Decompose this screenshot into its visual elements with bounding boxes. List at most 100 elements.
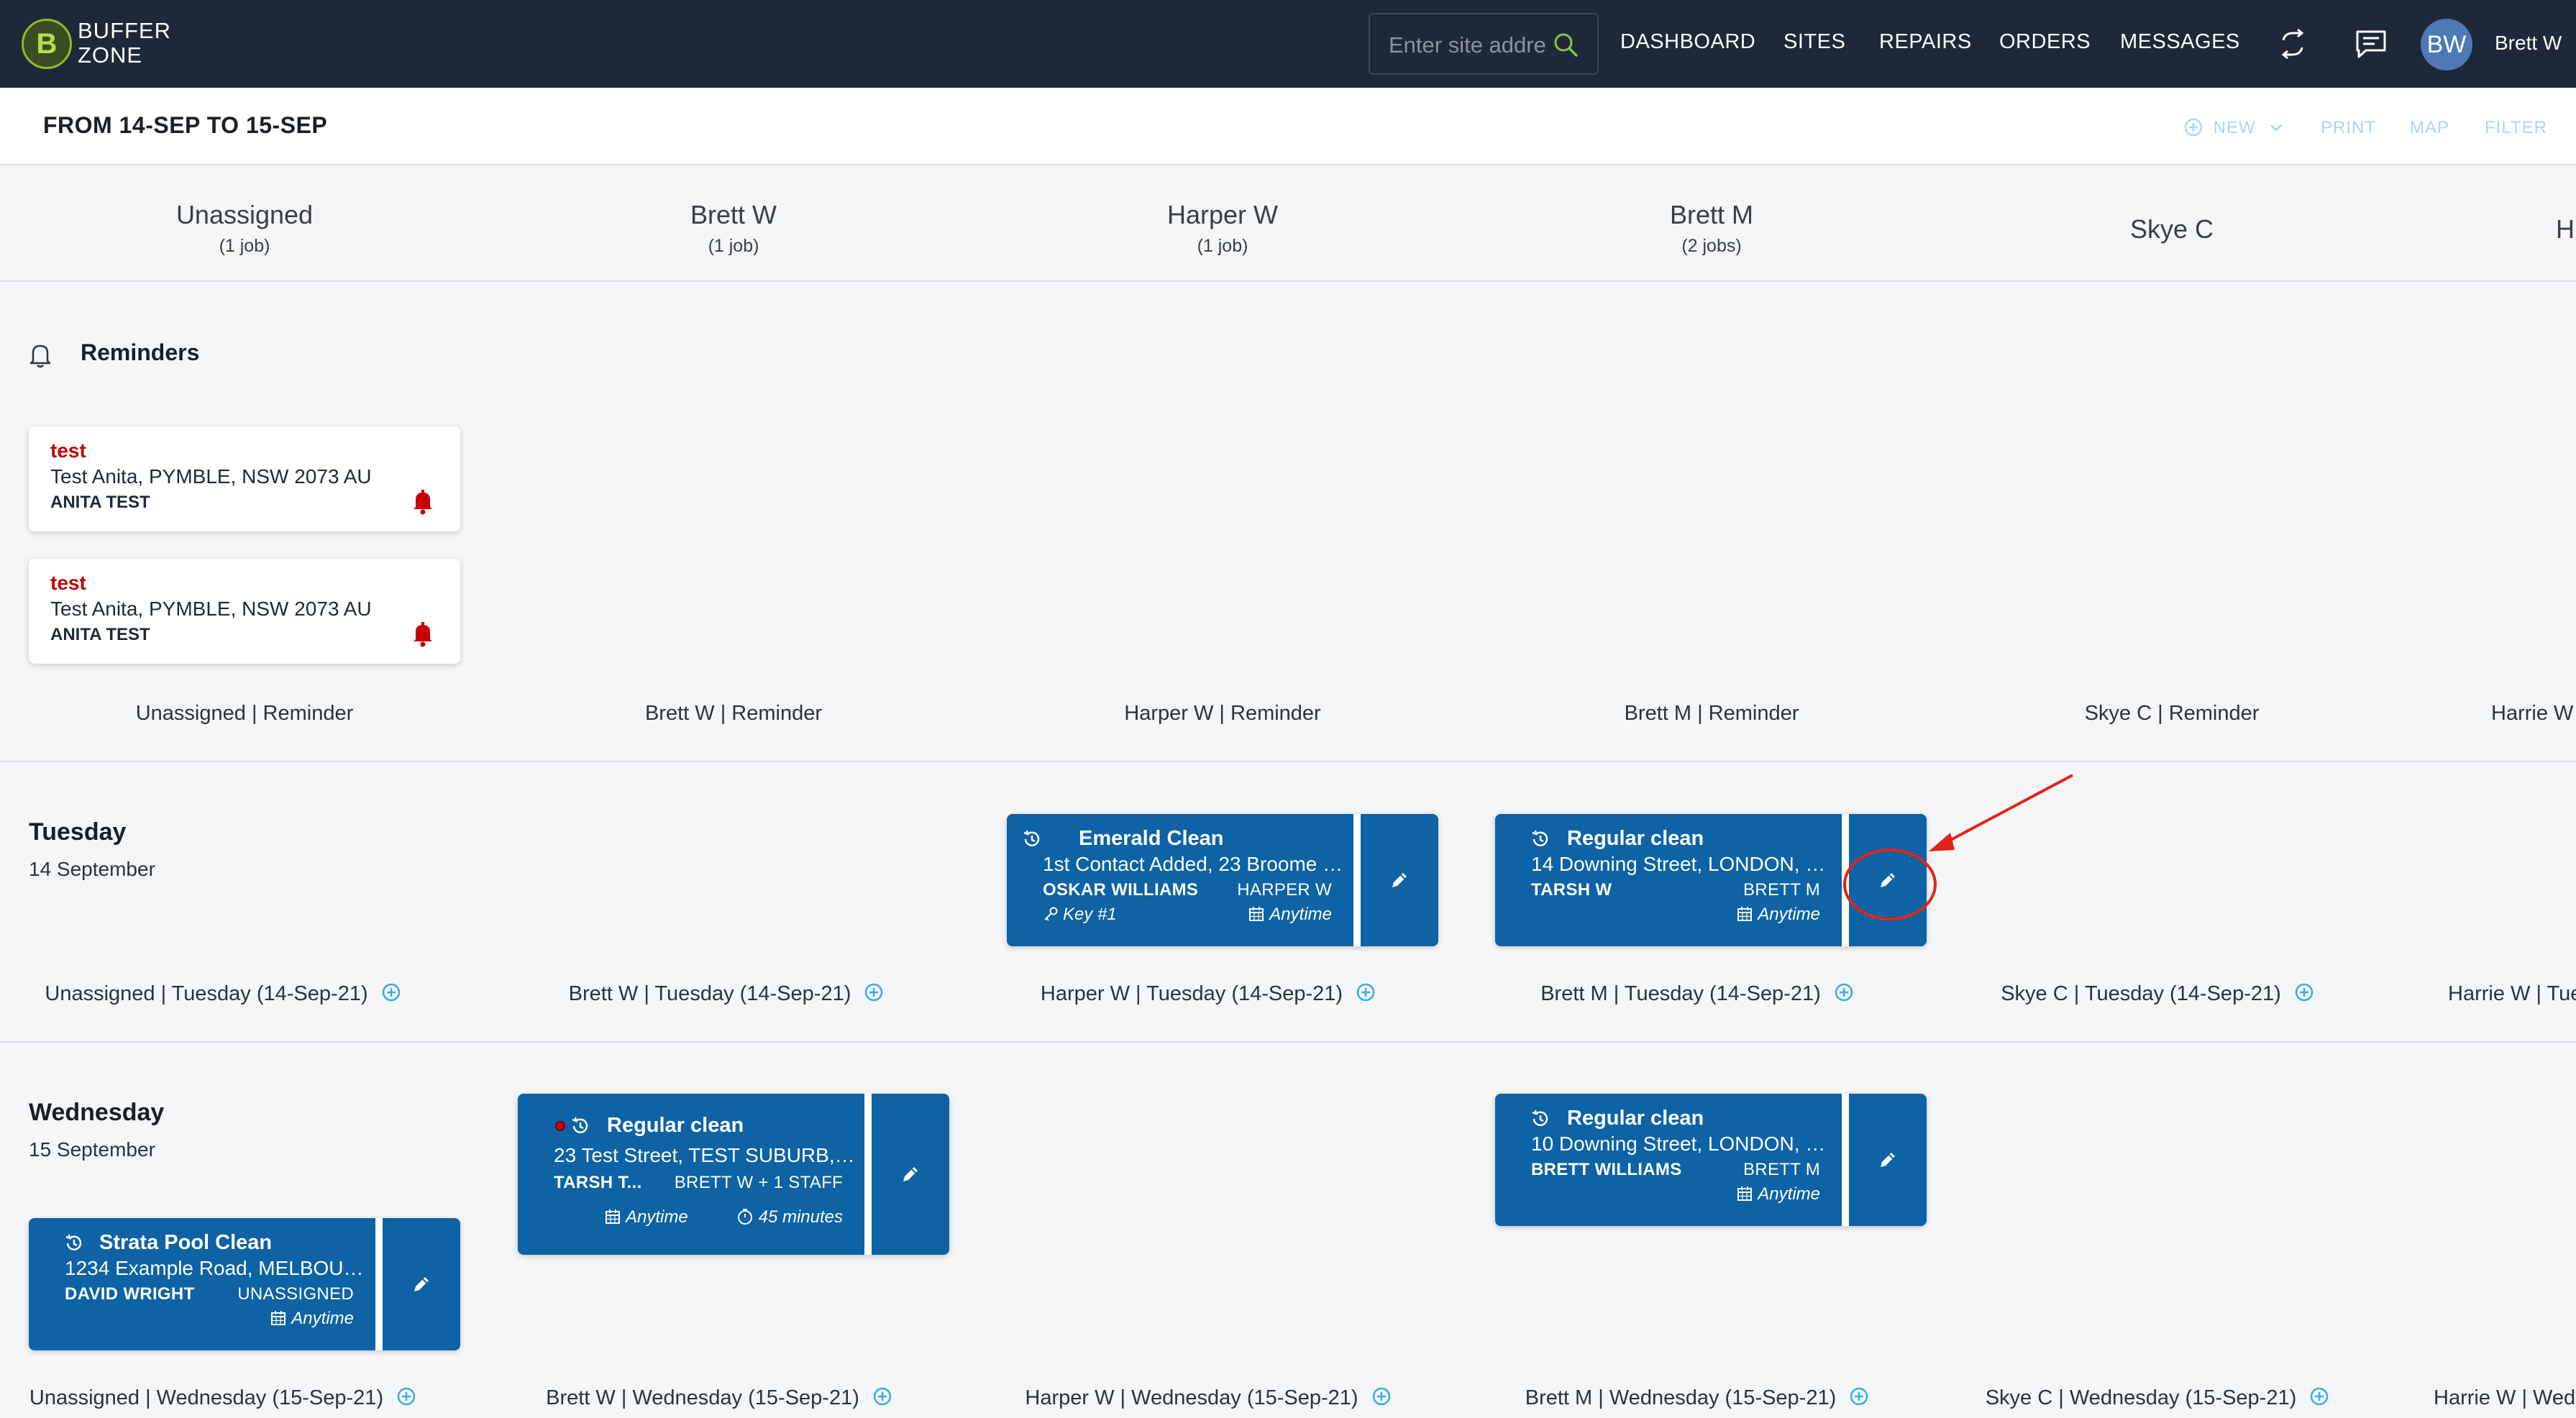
calendar-icon [271,1310,286,1325]
edit-job-button[interactable] [1361,814,1438,946]
reminder-slot-brett-w[interactable]: Brett W | Reminder [532,702,935,726]
staff-column-harper-w[interactable]: Harper W (1 job) [1043,200,1402,257]
nav-repairs[interactable]: REPAIRS [1879,30,1972,54]
plus-circle-icon [2184,118,2203,136]
job-address: 1234 Example Road, MELBOURNE [65,1257,367,1279]
add-circle-icon[interactable] [2294,982,2314,1002]
job-card-body[interactable]: Regular clean 23 Test Street, TEST SUBUR… [518,1094,864,1255]
nav-sites[interactable]: SITES [1783,30,1845,54]
job-when-label: Anytime [1758,1184,1820,1204]
chat-icon[interactable] [2353,27,2389,60]
brand-line-2: ZONE [78,42,143,68]
staff-column-skye-c[interactable]: Skye C [1992,214,2352,244]
job-staff: HARPER W [1237,880,1332,900]
job-address: 10 Downing Street, LONDON, UK [1531,1133,1833,1155]
nav-messages[interactable]: MESSAGES [2120,30,2240,54]
buffer-zone-logo[interactable]: B [22,19,72,69]
stopwatch-icon [737,1208,752,1225]
staff-job-count: (2 jobs) [1681,236,1742,256]
edit-job-button[interactable] [383,1218,460,1350]
job-when: Anytime [604,1207,688,1227]
day-date-tuesday: 14 September [29,858,155,880]
pencil-icon [414,1277,429,1291]
add-circle-icon[interactable] [1834,982,1854,1002]
logo-letter: B [36,28,58,60]
add-circle-icon[interactable] [1371,1386,1392,1406]
reminder-title: test [50,439,86,462]
job-card-body[interactable]: Strata Pool Clean 1234 Example Road, MEL… [29,1218,375,1350]
job-client: TARSH T... [554,1173,642,1192]
add-circle-icon[interactable] [2309,1386,2329,1406]
reminder-slot-brett-m[interactable]: Brett M | Reminder [1510,702,1913,726]
search-icon[interactable] [1551,30,1580,59]
brand-name[interactable]: BUFFER ZONE [78,19,171,68]
add-circle-icon[interactable] [872,1386,892,1406]
sync-icon[interactable] [2275,27,2311,60]
search-input[interactable] [1389,32,1547,59]
slot-label: Harper W | Wednesday (15-Sep-21) [1025,1386,1358,1409]
job-staff: BRETT W + 1 STAFF [674,1173,843,1192]
reminder-card[interactable]: test Test Anita, PYMBLE, NSW 2073 AU ANI… [29,559,460,664]
reminder-slot-unassigned[interactable]: Unassigned | Reminder [43,702,446,726]
slot-label: Brett W | Tuesday (14-Sep-21) [568,982,851,1005]
job-card-body[interactable]: Regular clean 14 Downing Street, LONDON,… [1495,814,1842,946]
job-key: Key #1 [1043,905,1117,925]
add-job-slot-brett-w-wed[interactable]: Brett W | Wednesday (15-Sep-21) [518,1386,921,1410]
job-card[interactable]: Strata Pool Clean 1234 Example Road, MEL… [29,1218,460,1350]
add-job-slot-skye-c-wed[interactable]: Skye C | Wednesday (15-Sep-21) [1956,1386,2359,1410]
bell-outline-icon [29,344,51,368]
add-circle-icon[interactable] [381,982,401,1002]
staff-column-brett-m[interactable]: Brett M (2 jobs) [1532,200,1891,257]
staff-name: Brett M [1669,200,1753,229]
add-circle-icon[interactable] [1356,982,1376,1002]
job-card-body[interactable]: Regular clean 10 Downing Street, LONDON,… [1495,1094,1842,1226]
user-name[interactable]: Brett W [2495,32,2562,55]
add-job-slot-unassigned[interactable]: Unassigned | Tuesday (14-Sep-21) [22,982,424,1006]
nav-dashboard[interactable]: DASHBOARD [1620,30,1755,54]
slot-label: Skye C | Tuesday (14-Sep-21) [2001,982,2281,1005]
reminder-address: Test Anita, PYMBLE, NSW 2073 AU [50,598,372,620]
add-job-slot-brett-m[interactable]: Brett M | Tuesday (14-Sep-21) [1496,982,1899,1006]
nav-orders[interactable]: ORDERS [1999,30,2091,54]
map-button[interactable]: MAP [2410,118,2449,138]
job-card-separator [375,1218,383,1350]
add-circle-icon[interactable] [864,982,884,1002]
reminder-slot-skye-c[interactable]: Skye C | Reminder [1970,702,2373,726]
job-card[interactable]: Regular clean 10 Downing Street, LONDON,… [1495,1094,1927,1226]
history-icon [1023,830,1040,846]
filter-button[interactable]: FILTER [2485,118,2547,138]
job-staff: BRETT M [1743,880,1820,900]
edit-job-button[interactable] [1849,1094,1927,1226]
avatar[interactable]: BW [2421,19,2472,70]
job-key-label: Key #1 [1063,905,1117,924]
staff-column-brett-w[interactable]: Brett W (1 job) [554,200,913,257]
reminder-card[interactable]: test Test Anita, PYMBLE, NSW 2073 AU ANI… [29,426,460,531]
edit-job-button[interactable] [872,1094,949,1255]
add-job-slot-brett-w[interactable]: Brett W | Tuesday (14-Sep-21) [525,982,928,1006]
add-job-slot-harper-w[interactable]: Harper W | Tuesday (14-Sep-21) [1007,982,1410,1006]
add-circle-icon[interactable] [1849,1386,1869,1406]
new-button[interactable]: NEW [2183,118,2288,138]
job-address: 1st Contact Added, 23 Broome Street [1043,853,1345,875]
reminder-slot-harper-w[interactable]: Harper W | Reminder [1021,702,1424,726]
reminder-slot-harrie-w[interactable]: Harrie W | Reminder [2491,702,2576,726]
job-card[interactable]: Regular clean 23 Test Street, TEST SUBUR… [518,1094,949,1255]
add-job-slot-harrie-w[interactable]: Harrie W | Tuesday (14-Sep-21) [2448,982,2576,1006]
section-divider [0,1041,2576,1043]
calendar-icon [1737,906,1753,921]
job-when: Anytime [1248,905,1332,925]
staff-column-h[interactable]: H [2556,214,2576,244]
job-card[interactable]: Emerald Clean 1st Contact Added, 23 Broo… [1007,814,1438,946]
job-duration-label: 45 minutes [758,1207,843,1227]
add-job-slot-unassigned-wed[interactable]: Unassigned | Wednesday (15-Sep-21) [22,1386,424,1410]
add-job-slot-skye-c[interactable]: Skye C | Tuesday (14-Sep-21) [1956,982,2359,1006]
job-card-body[interactable]: Emerald Clean 1st Contact Added, 23 Broo… [1007,814,1353,946]
add-job-slot-harper-w-wed[interactable]: Harper W | Wednesday (15-Sep-21) [1007,1386,1410,1410]
print-button[interactable]: PRINT [2321,118,2376,138]
add-job-slot-brett-m-wed[interactable]: Brett M | Wednesday (15-Sep-21) [1496,1386,1899,1410]
add-circle-icon[interactable] [396,1386,416,1406]
bell-icon [414,490,432,515]
add-job-slot-harrie-w-wed[interactable]: Harrie W | Wednesday (15-Sep-21) [2434,1386,2576,1410]
job-when: Anytime [1736,905,1820,925]
staff-column-unassigned[interactable]: Unassigned (1 job) [65,200,424,257]
